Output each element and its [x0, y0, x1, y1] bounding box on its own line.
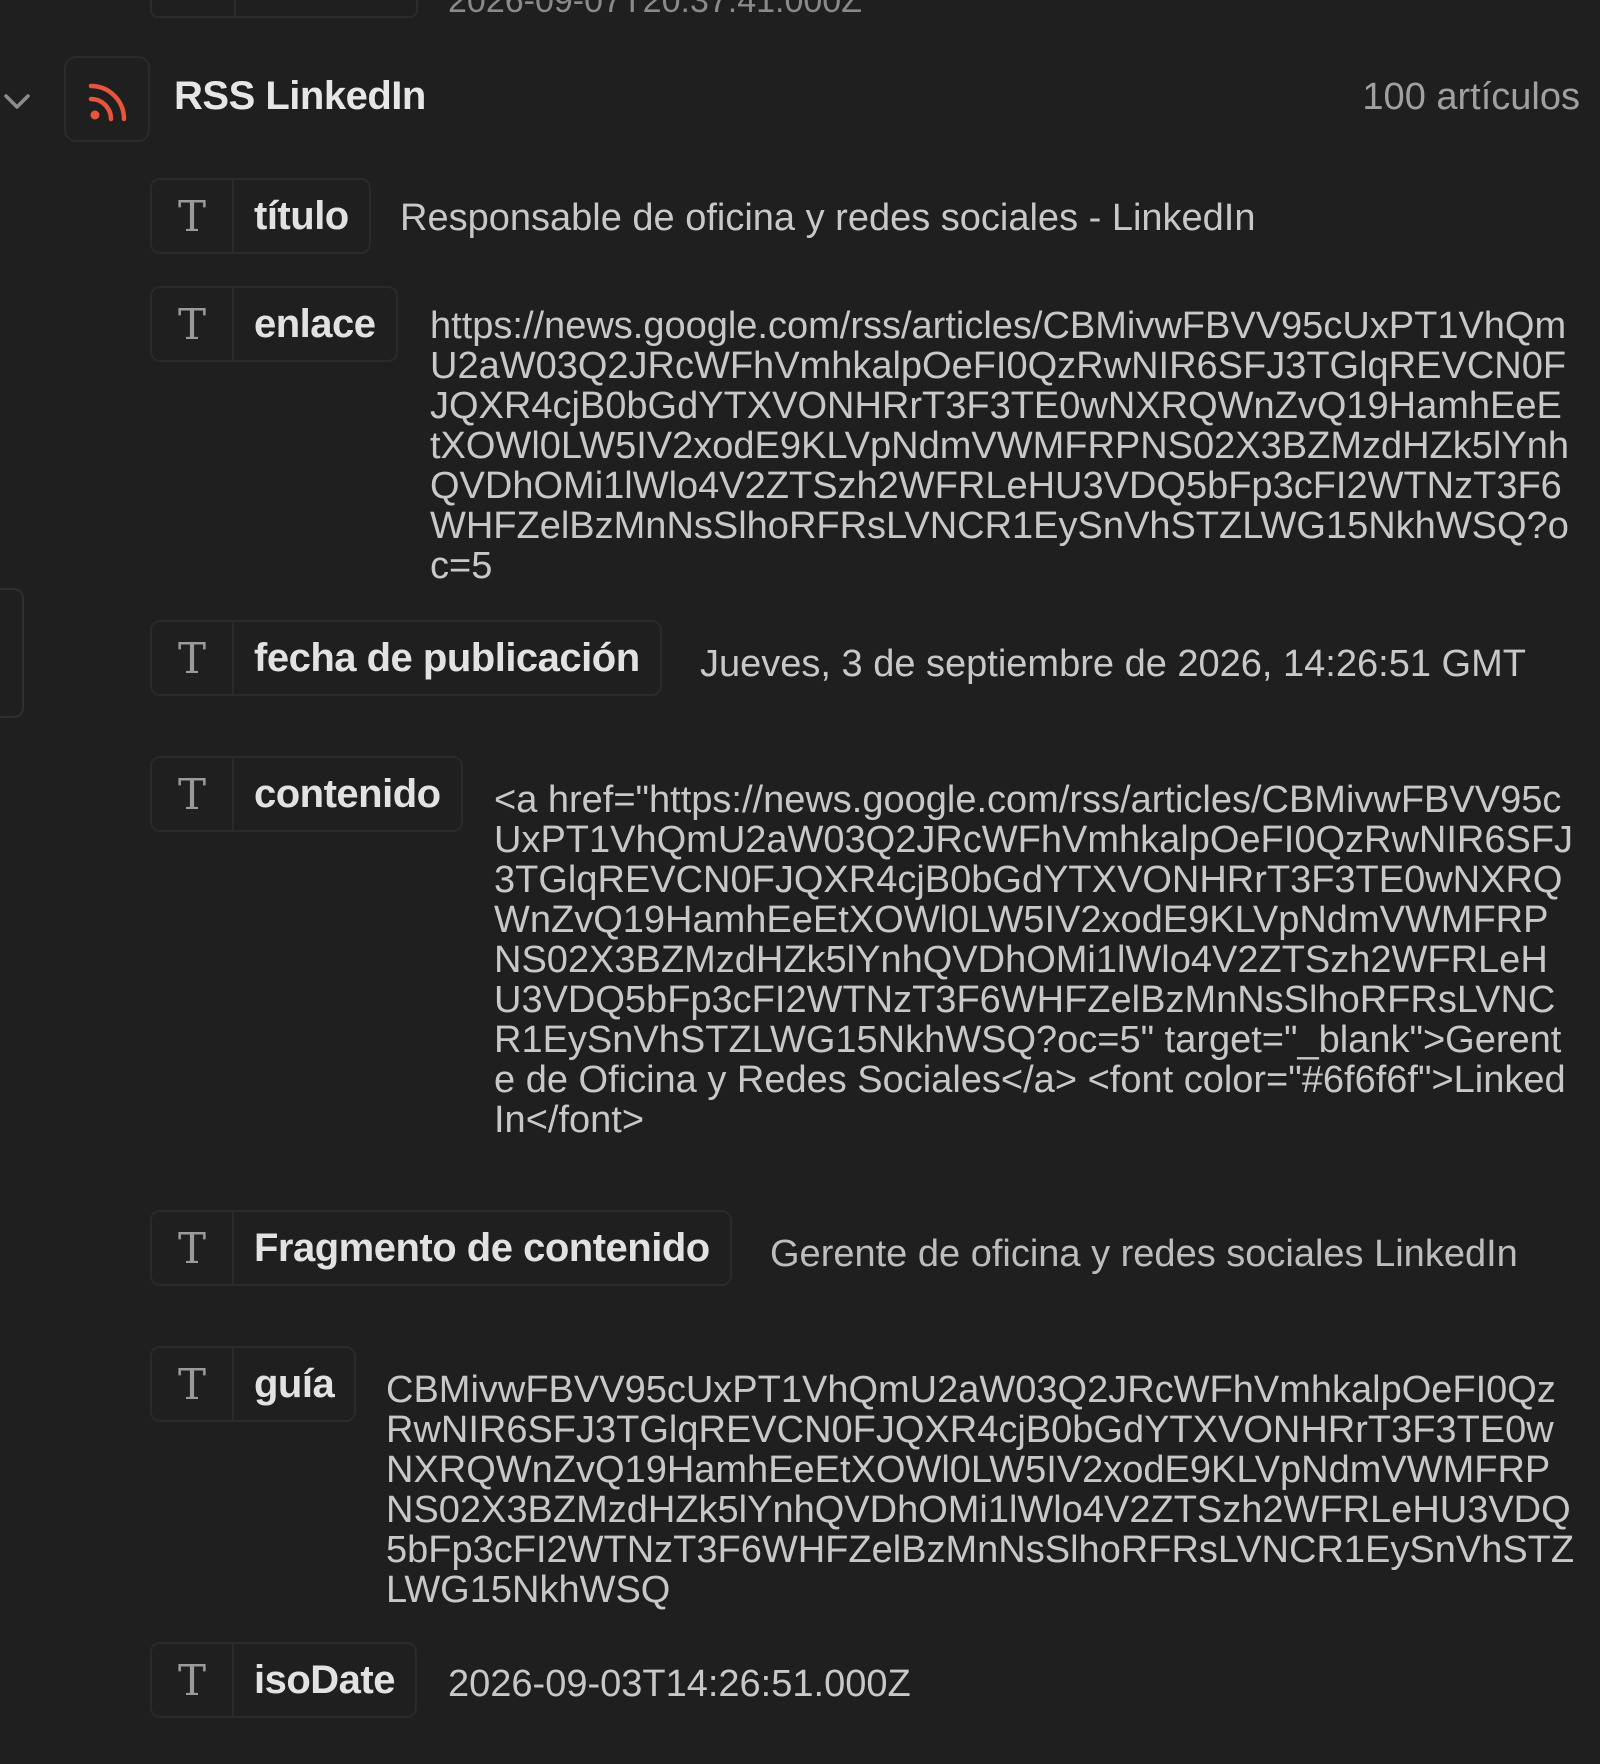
property-key-pill[interactable]: T contenido [150, 756, 463, 832]
property-value: https://news.google.com/rss/articles/CBM… [430, 305, 1569, 587]
property-key-pill[interactable]: T enlace [150, 286, 398, 362]
property-value: <a href="https://news.google.com/rss/art… [494, 779, 1574, 1141]
property-key-pill[interactable]: T título [150, 178, 371, 254]
text-type-icon: T [152, 180, 234, 252]
feed-title: RSS LinkedIn [174, 74, 426, 118]
text-type-icon: T [152, 288, 234, 360]
property-value: Gerente de oficina y redes sociales Link… [770, 1233, 1518, 1275]
property-key: Fragmento de contenido [254, 1225, 710, 1270]
property-key: fecha de publicación [254, 635, 640, 680]
property-value: CBMivwFBVV95cUxPT1VhQmU2aW03Q2JRcWFhVmhk… [386, 1369, 1575, 1611]
text-type-icon: T [152, 622, 234, 694]
property-value: 2026-09-03T14:26:51.000Z [448, 1663, 911, 1705]
text-type-icon: T [152, 1212, 234, 1284]
property-key: isoDate [254, 1657, 396, 1702]
property-value: Jueves, 3 de septiembre de 2026, 14:26:5… [700, 643, 1526, 685]
previous-property-pill [150, 0, 418, 18]
property-key: contenido [254, 771, 441, 816]
article-count: 100 artículos [1362, 76, 1580, 118]
property-key: enlace [254, 301, 376, 346]
property-key-pill[interactable]: T guía [150, 1346, 357, 1422]
text-type-icon: T [152, 1348, 234, 1420]
rss-icon [88, 83, 127, 122]
property-key: título [254, 193, 349, 238]
property-value: Responsable de oficina y redes sociales … [400, 197, 1256, 239]
property-key-pill[interactable]: T Fragmento de contenido [150, 1210, 732, 1286]
side-panel-handle[interactable] [0, 588, 24, 718]
property-key-pill[interactable]: T fecha de publicación [150, 620, 662, 696]
feed-header[interactable]: RSS LinkedIn 100 artículos [0, 52, 1600, 142]
property-key: guía [254, 1361, 335, 1406]
chevron-down-icon[interactable] [0, 84, 34, 118]
feed-icon-box [64, 56, 150, 142]
text-type-icon: T [152, 758, 234, 830]
previous-property-value: 2026-09-07T20:37:41.000Z [448, 0, 862, 20]
property-key-pill[interactable]: T isoDate [150, 1642, 417, 1718]
text-type-icon: T [152, 1644, 234, 1716]
